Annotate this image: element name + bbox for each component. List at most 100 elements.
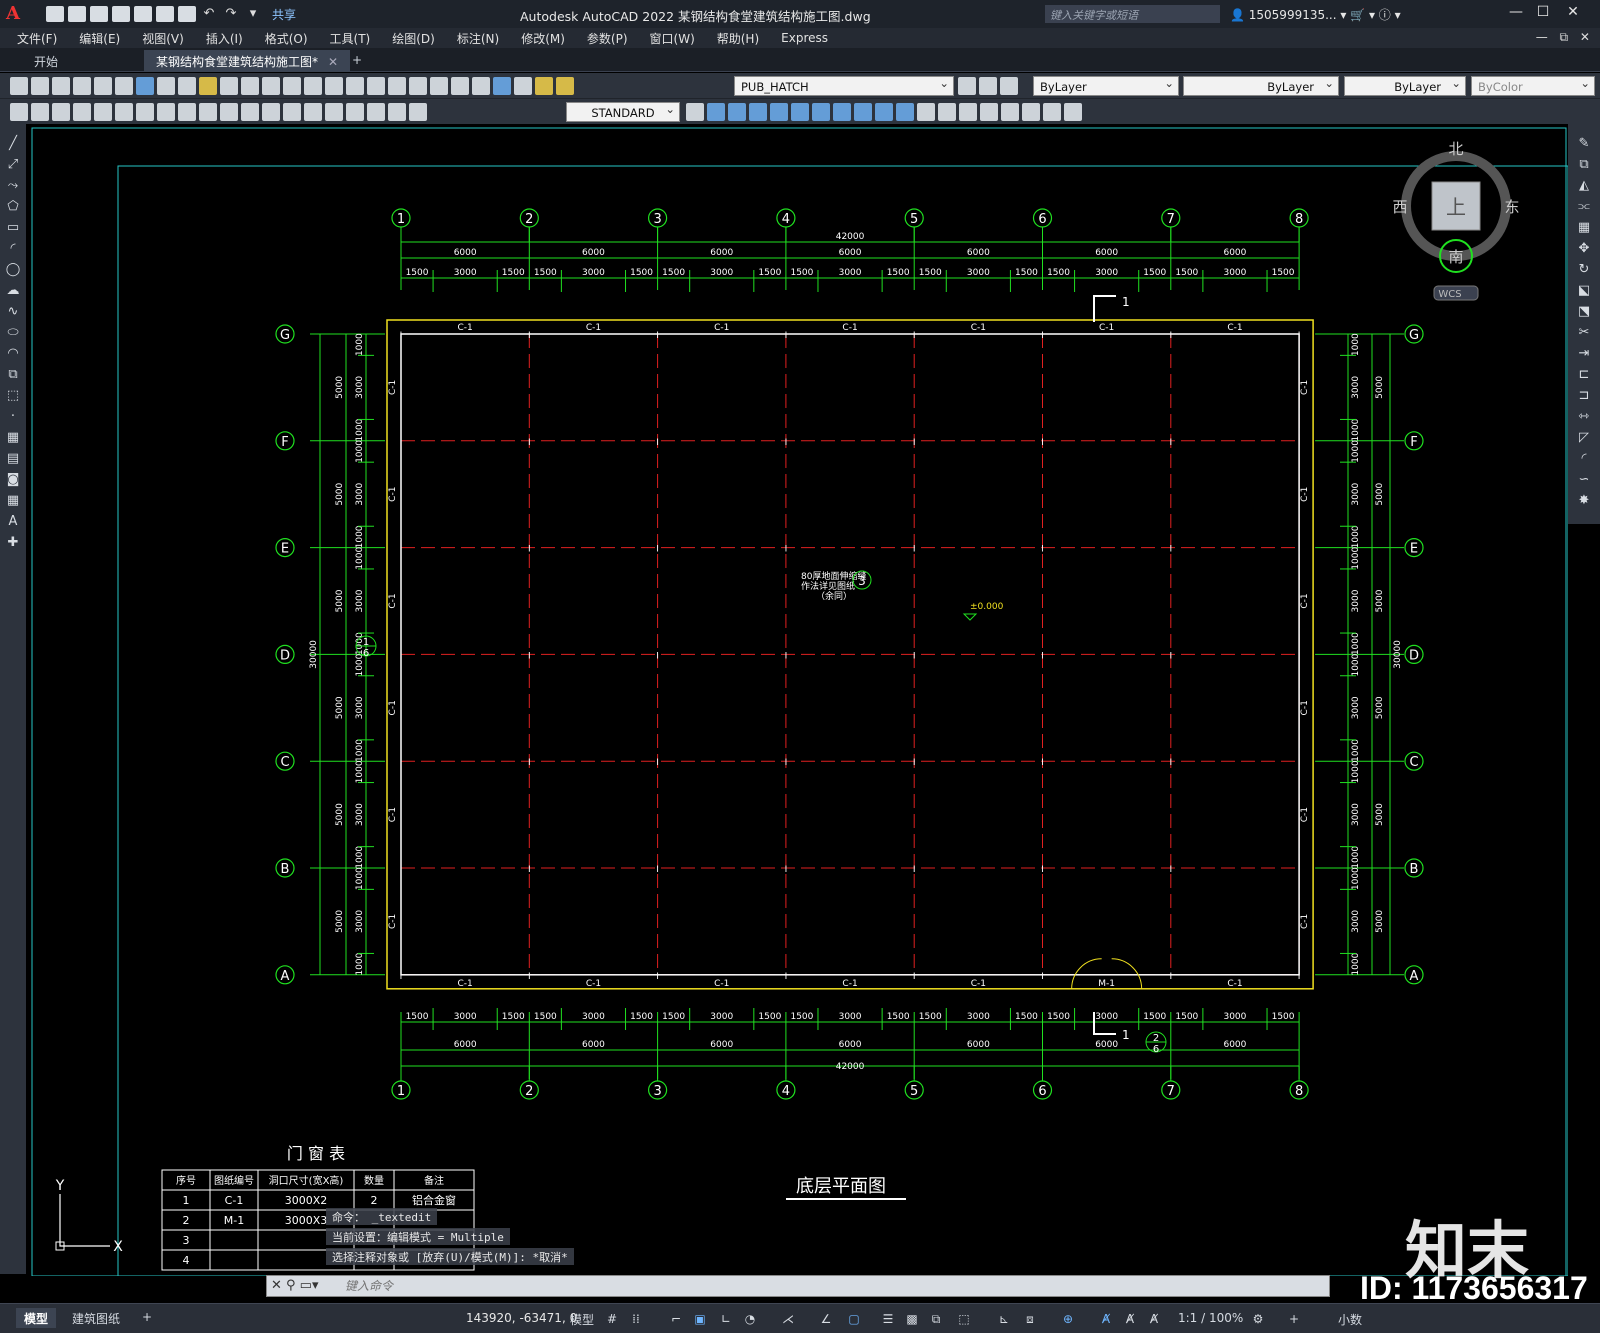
trim-icon[interactable]: ✂: [1576, 325, 1592, 341]
polyline-icon[interactable]: ⤳: [5, 178, 21, 194]
construction-line-icon[interactable]: ⤢: [5, 157, 21, 173]
grid-icon[interactable]: #: [604, 1312, 620, 1326]
infer-constraints-icon[interactable]: ⌐: [668, 1312, 684, 1326]
lineweight-dropdown[interactable]: ByLayer: [1344, 76, 1466, 96]
menu-parametric[interactable]: 参数(P): [576, 30, 639, 47]
dim-radius-icon[interactable]: [94, 103, 112, 121]
join-icon[interactable]: ⇿: [1576, 409, 1592, 425]
paste-icon[interactable]: [199, 77, 217, 95]
extend-icon[interactable]: ⇥: [1576, 346, 1592, 362]
transparency-icon[interactable]: ▩: [904, 1312, 920, 1326]
layer-walk-icon[interactable]: [1000, 77, 1018, 95]
ellipse-arc-icon[interactable]: ◠: [5, 346, 21, 362]
annotation-monitor-icon[interactable]: +: [1286, 1312, 1302, 1326]
dim-edit-icon[interactable]: [367, 103, 385, 121]
save-web-icon[interactable]: [156, 6, 174, 22]
annotation-scale-dropdown[interactable]: 1:1 / 100%: [1170, 1309, 1251, 1329]
viewcube[interactable]: 上 北西 东南 WCS: [1392, 140, 1520, 301]
plot-icon[interactable]: [178, 6, 196, 22]
dim-jogged-icon[interactable]: [115, 103, 133, 121]
preview-icon[interactable]: [94, 77, 112, 95]
menu-format[interactable]: 格式(O): [254, 30, 319, 47]
layer-previous-icon[interactable]: [979, 77, 997, 95]
ucs-z-icon[interactable]: [1064, 103, 1082, 121]
ucs-face-icon[interactable]: [980, 103, 998, 121]
share-button[interactable]: 共享: [272, 6, 296, 23]
polar-tracking-icon[interactable]: ◔: [742, 1312, 758, 1326]
menu-file[interactable]: 文件(F): [6, 30, 68, 47]
revision-cloud-icon[interactable]: ☁: [5, 283, 21, 299]
ucs-origin-icon[interactable]: [1043, 103, 1061, 121]
model-space-button[interactable]: 模型: [562, 1309, 602, 1329]
menu-dimension[interactable]: 标注(N): [446, 30, 510, 47]
menu-tools[interactable]: 工具(T): [319, 30, 382, 47]
ellipse-icon[interactable]: ⬭: [5, 325, 21, 341]
layer-state-icon[interactable]: [535, 77, 553, 95]
user-account[interactable]: 👤 1505999135... ▾ 🛒 ▾ ⓘ ▾: [1230, 6, 1401, 23]
dim-aligned-icon[interactable]: [31, 103, 49, 121]
command-input[interactable]: [345, 1278, 1145, 1294]
mirror-icon[interactable]: ◭: [1576, 178, 1592, 194]
zoom-window-icon[interactable]: [325, 77, 343, 95]
arc-icon[interactable]: ◜: [5, 241, 21, 257]
menu-insert[interactable]: 插入(I): [195, 30, 254, 47]
zoom-realtime-icon[interactable]: [304, 77, 322, 95]
view-top-icon[interactable]: [707, 103, 725, 121]
layer-properties-icon[interactable]: [514, 77, 532, 95]
ucs-previous-icon[interactable]: [959, 103, 977, 121]
save-as-icon[interactable]: [112, 6, 130, 22]
zoom-previous-icon[interactable]: [346, 77, 364, 95]
view-right-icon[interactable]: [770, 103, 788, 121]
new-icon[interactable]: [46, 6, 64, 22]
dim-linear-icon[interactable]: [10, 103, 28, 121]
auto-scale-icon[interactable]: Ⱥ: [1122, 1312, 1138, 1326]
autocad-logo-icon[interactable]: A: [6, 3, 28, 25]
add-layout-icon[interactable]: +: [134, 1308, 160, 1328]
stretch-icon[interactable]: ⬔: [1576, 304, 1592, 320]
table-icon[interactable]: ▦: [5, 493, 21, 509]
view-back-icon[interactable]: [812, 103, 830, 121]
dynamic-ucs-icon[interactable]: ⊾: [996, 1312, 1012, 1326]
maximize-icon[interactable]: ☐: [1532, 4, 1554, 24]
erase-icon[interactable]: ✎: [1576, 136, 1592, 152]
circle-icon[interactable]: ◯: [5, 262, 21, 278]
ucs-view-icon[interactable]: [1022, 103, 1040, 121]
undo-icon[interactable]: ↶: [200, 6, 218, 22]
workspace-gear-icon[interactable]: ⚙: [1250, 1312, 1266, 1326]
open-web-icon[interactable]: [134, 6, 152, 22]
minimize-icon[interactable]: —: [1505, 4, 1527, 24]
gradient-icon[interactable]: ▤: [5, 451, 21, 467]
new-tab-icon[interactable]: +: [340, 50, 374, 72]
make-block-icon[interactable]: ⬚: [5, 388, 21, 404]
view-nw-icon[interactable]: [896, 103, 914, 121]
offset-icon[interactable]: ⫗: [1576, 199, 1592, 215]
redo-icon[interactable]: ↷: [222, 6, 240, 22]
view-ne-icon[interactable]: [875, 103, 893, 121]
point-icon[interactable]: ·: [5, 409, 21, 425]
dim-arc-icon[interactable]: [52, 103, 70, 121]
view-se-icon[interactable]: [854, 103, 872, 121]
dim-ordinate-icon[interactable]: [73, 103, 91, 121]
menu-draw[interactable]: 绘图(D): [381, 30, 446, 47]
units-button[interactable]: 小数: [1330, 1309, 1370, 1329]
properties-icon[interactable]: [367, 77, 385, 95]
menu-window[interactable]: 窗口(W): [639, 30, 706, 47]
copy-icon[interactable]: [178, 77, 196, 95]
calculator-icon[interactable]: [472, 77, 490, 95]
dim-angular-icon[interactable]: [157, 103, 175, 121]
undo-icon[interactable]: [241, 77, 259, 95]
dim-baseline-icon[interactable]: [199, 103, 217, 121]
rotate-icon[interactable]: ↻: [1576, 262, 1592, 278]
fillet-icon[interactable]: ◜: [1576, 451, 1592, 467]
command-close-icon[interactable]: ✕ ⚲ ▭▾: [271, 1278, 319, 1293]
annotation-scale-icon[interactable]: Ⱥ: [1146, 1312, 1162, 1326]
close-icon[interactable]: ✕: [1562, 4, 1584, 24]
menu-view[interactable]: 视图(V): [131, 30, 195, 47]
dim-text-edit-icon[interactable]: [388, 103, 406, 121]
copy-object-icon[interactable]: ⧉: [1576, 157, 1592, 173]
qnew-icon[interactable]: [10, 77, 28, 95]
tab-drawing[interactable]: 某钢结构食堂建筑结构施工图* ✕: [144, 50, 351, 72]
dimstyle-dropdown[interactable]: STANDARD: [566, 102, 680, 122]
inspection-icon[interactable]: [325, 103, 343, 121]
dynamic-input-icon[interactable]: ▣: [692, 1312, 708, 1326]
